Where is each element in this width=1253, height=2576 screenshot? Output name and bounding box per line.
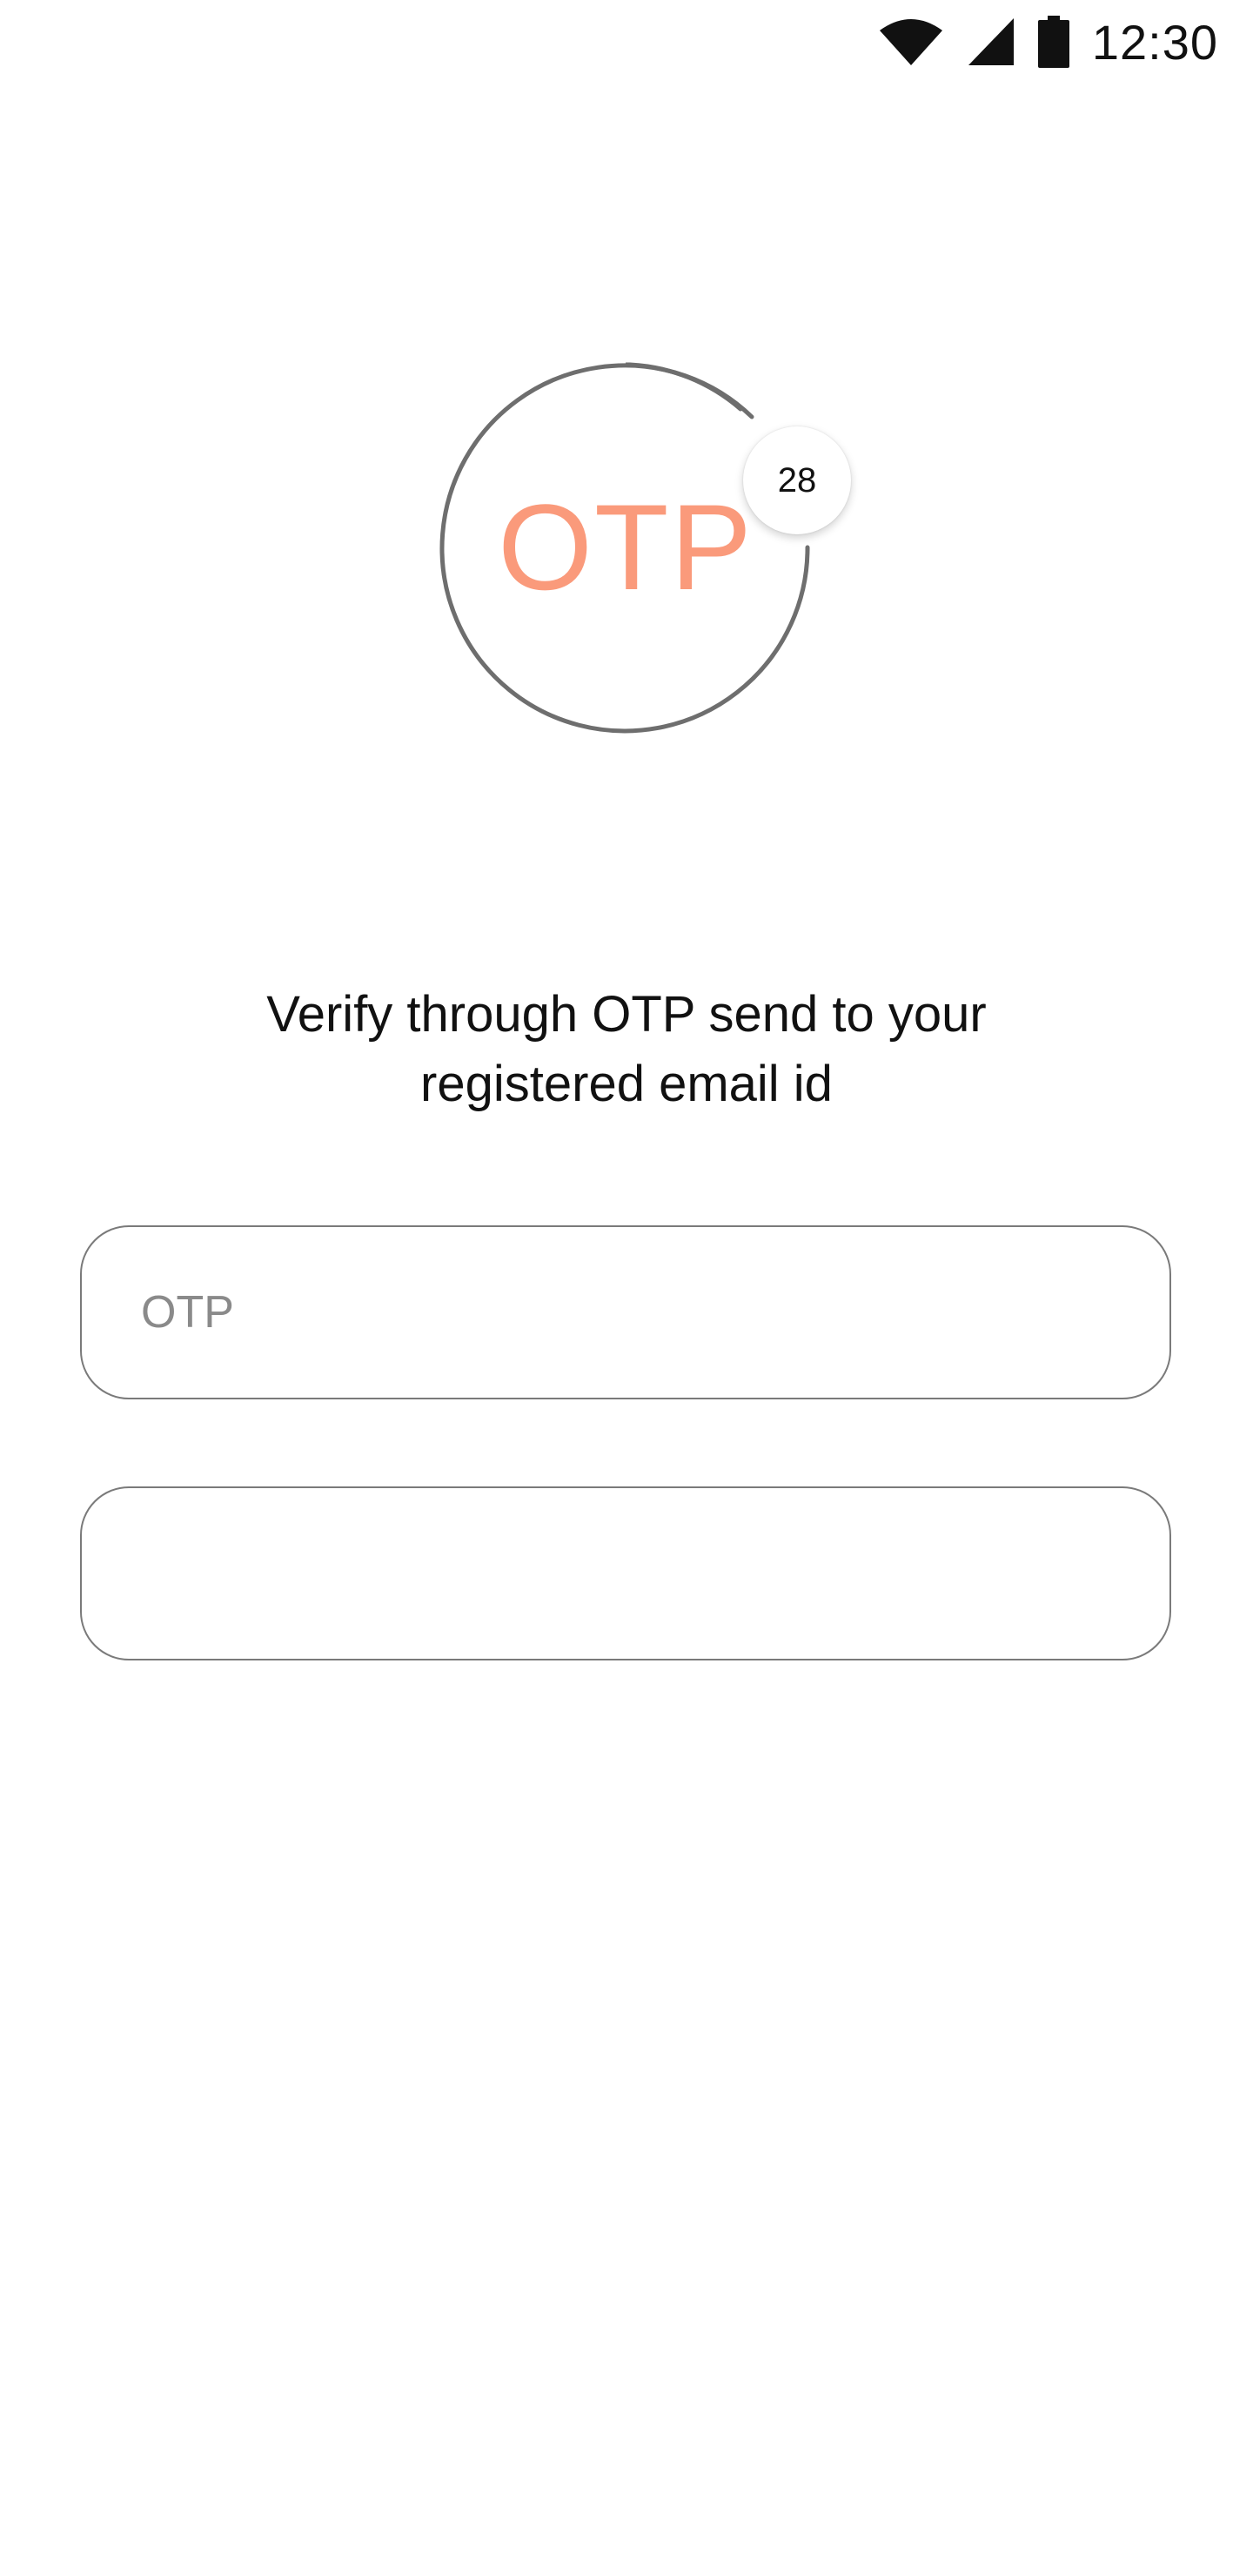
instruction-line-2: registered email id [420, 1056, 833, 1112]
cellular-signal-icon [967, 17, 1015, 67]
instruction-text: Verify through OTP send to your register… [191, 980, 1062, 1119]
wifi-icon [878, 17, 944, 67]
battery-icon [1037, 16, 1069, 68]
otp-field-container [80, 1225, 1171, 1399]
otp-badge: OTP 28 [439, 360, 851, 735]
status-bar: 12:30 [0, 0, 1253, 84]
countdown-timer: 28 [743, 426, 851, 534]
second-input[interactable] [82, 1488, 1169, 1659]
otp-label: OTP [498, 479, 754, 615]
instruction-line-1: Verify through OTP send to your [266, 986, 987, 1043]
status-icons: 12:30 [878, 10, 1218, 73]
otp-input[interactable] [82, 1227, 1169, 1398]
second-field-container [80, 1486, 1171, 1660]
status-time: 12:30 [1091, 14, 1218, 70]
